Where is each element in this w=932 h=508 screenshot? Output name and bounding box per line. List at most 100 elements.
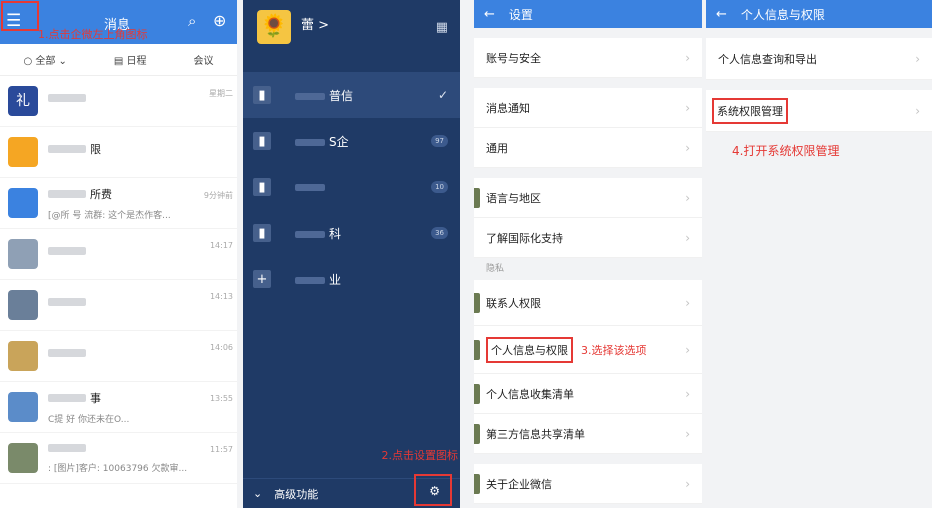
chevron-right-icon: ›	[685, 190, 690, 205]
conversation-row[interactable]: 14:17	[0, 229, 237, 280]
setting-label: 个人信息查询和导出	[718, 52, 817, 66]
messages-panel: ☰ 消息 1.点击企微左上角图标 ⌕ ⊕ ○ 全部 ⌄ ▤ 日程 会议 礼 星期二…	[0, 0, 237, 508]
organization-label-text: 普信	[329, 88, 354, 103]
avatar	[8, 341, 38, 371]
conversation-name-text: 事	[90, 391, 101, 405]
personal-info-label: 个人信息与权限	[486, 336, 573, 363]
setting-share-list[interactable]: 第三方信息共享清单 ›	[474, 414, 702, 454]
check-icon: ✓	[437, 88, 448, 102]
messages-header: ☰ 消息 1.点击企微左上角图标 ⌕ ⊕	[0, 0, 237, 44]
conversation-name	[48, 245, 199, 258]
chevron-right-icon: ›	[915, 51, 920, 66]
organization-item[interactable]: ▮ 10	[243, 164, 460, 210]
filter-all[interactable]: ○ 全部 ⌄	[23, 52, 66, 67]
redacted-block	[48, 189, 86, 198]
step2-hint: 2.点击设置图标	[381, 449, 459, 462]
setting-export[interactable]: 个人信息查询和导出 ›	[706, 38, 932, 80]
conversation-preview: C提 好 你还未在O...	[48, 412, 199, 425]
setting-account[interactable]: 账号与安全 ›	[474, 38, 702, 78]
conversation-text: 事 C提 好 你还未在O...	[48, 390, 199, 425]
redacted-block	[48, 348, 86, 357]
setting-intl[interactable]: 了解国际化支持 ›	[474, 218, 702, 258]
avatar	[8, 392, 38, 422]
setting-label: 联系人权限	[486, 296, 541, 310]
setting-label: 消息通知	[486, 101, 530, 115]
filter-meeting[interactable]: 会议	[193, 52, 213, 67]
chevron-right-icon: ›	[685, 342, 690, 357]
chevron-right-icon: ›	[685, 230, 690, 245]
side-thumbnail	[474, 340, 480, 360]
gear-icon[interactable]: ⚙	[429, 484, 440, 498]
redacted-block	[48, 93, 86, 102]
back-arrow-icon[interactable]: ←	[484, 7, 495, 22]
organization-icon: ▮	[253, 178, 271, 196]
chevron-right-icon: ›	[685, 50, 690, 65]
avatar	[8, 188, 38, 218]
conversation-row[interactable]: : [图片]客户: 10063796 欠款审... 11:57	[0, 433, 237, 484]
setting-personal-info[interactable]: 个人信息与权限 3.选择该选项 ›	[474, 326, 702, 374]
conversation-row[interactable]: 礼 星期二	[0, 76, 237, 127]
chevron-right-icon: ›	[685, 100, 690, 115]
avatar[interactable]: 🌻	[257, 10, 291, 44]
conversation-name	[48, 347, 199, 360]
conversation-row[interactable]: 14:13	[0, 280, 237, 331]
redacted-block	[295, 276, 325, 284]
organization-label: S企	[295, 133, 431, 150]
highlight-box	[1, 1, 39, 31]
conversation-row[interactable]: 限	[0, 127, 237, 178]
step1-hint: 1.点击企微左上角图标	[38, 28, 148, 41]
conversation-name: 事	[48, 390, 199, 406]
conversation-row[interactable]: 14:06	[0, 331, 237, 382]
add-icon[interactable]: ⊕	[213, 11, 226, 30]
step3-hint: 3.选择该选项	[581, 343, 647, 357]
redacted-block	[48, 444, 86, 452]
conversation-text	[48, 296, 199, 315]
side-thumbnail	[474, 424, 480, 444]
drawer-header: 🌻 蕾 > ▦	[243, 0, 460, 72]
back-arrow-icon[interactable]: ←	[716, 7, 727, 22]
organization-item[interactable]: ▮ 普信 ✓	[243, 72, 460, 118]
redacted-block	[48, 246, 86, 255]
setting-general[interactable]: 通用 ›	[474, 128, 702, 168]
conversation-row[interactable]: 所费 [@所 号 流群: 这个是杰作客... 9分钟前	[0, 178, 237, 229]
setting-label: 个人信息收集清单	[486, 387, 574, 401]
redacted-block	[295, 230, 325, 238]
section-privacy: 隐私	[486, 264, 505, 274]
organization-label-text: 业	[329, 272, 342, 287]
settings-header: ← 设置	[474, 0, 702, 28]
avatar	[8, 290, 38, 320]
filter-bar: ○ 全部 ⌄ ▤ 日程 会议	[0, 44, 237, 76]
setting-contact-perm[interactable]: 联系人权限 ›	[474, 280, 702, 326]
conversation-row[interactable]: 事 C提 好 你还未在O... 13:55	[0, 382, 237, 433]
conversation-time: 14:13	[209, 292, 233, 301]
redacted-block	[48, 145, 86, 153]
chevron-right-icon: ›	[685, 295, 690, 310]
organization-label: 科	[295, 225, 431, 242]
organization-item[interactable]: ▮ 科 36	[243, 210, 460, 256]
setting-sys-perm[interactable]: 系统权限管理 ›	[706, 90, 932, 132]
user-name[interactable]: 蕾 >	[301, 14, 329, 33]
redacted-block	[48, 297, 86, 306]
organization-item[interactable]: ▮ S企 97	[243, 118, 460, 164]
conversation-text: 限	[48, 141, 199, 163]
search-icon[interactable]: ⌕	[188, 12, 196, 30]
side-thumbnail	[474, 384, 480, 404]
organization-label-text: S企	[329, 134, 349, 149]
conversation-list: 礼 星期二限所费 [@所 号 流群: 这个是杰作客... 9分钟前 14:17 14:13…	[0, 76, 237, 484]
qr-code-icon[interactable]: ▦	[436, 20, 448, 35]
chevron-right-icon: ›	[915, 103, 920, 118]
setting-notify[interactable]: 消息通知 ›	[474, 88, 702, 128]
chevron-right-icon: ›	[685, 426, 690, 441]
organization-item[interactable]: + 业	[243, 256, 460, 302]
side-thumbnail	[474, 293, 480, 313]
advanced-icon: ⌄	[253, 487, 263, 500]
setting-about[interactable]: 关于企业微信 ›	[474, 464, 702, 504]
filter-schedule[interactable]: ▤ 日程	[114, 52, 147, 67]
setting-collect-list[interactable]: 个人信息收集清单 ›	[474, 374, 702, 414]
step4-hint: 4.打开系统权限管理	[732, 144, 840, 158]
personal-info-panel: ← 个人信息与权限 个人信息查询和导出 › 系统权限管理 › 4.打开系统权限管理	[706, 0, 932, 508]
setting-language[interactable]: 语言与地区 ›	[474, 178, 702, 218]
conversation-name	[48, 92, 199, 105]
advanced-label: 高级功能	[274, 487, 319, 501]
setting-label: 第三方信息共享清单	[486, 427, 585, 441]
